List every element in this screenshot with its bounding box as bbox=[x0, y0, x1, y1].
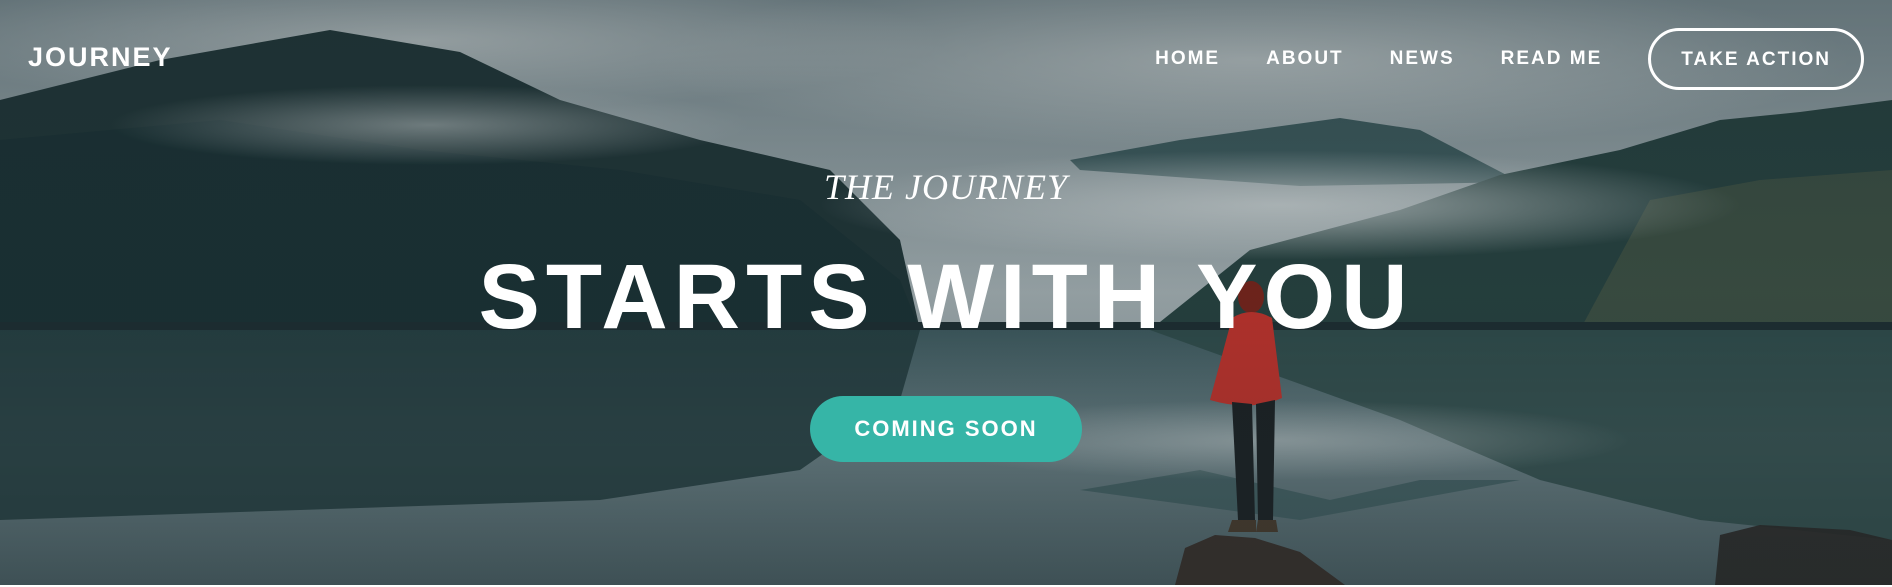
hero-headline: STARTS WITH YOU bbox=[478, 246, 1414, 348]
nav-news[interactable]: NEWS bbox=[1390, 28, 1455, 90]
hero-cta-container: COMING SOON bbox=[0, 396, 1892, 462]
nav-read-me[interactable]: READ ME bbox=[1501, 28, 1603, 90]
brand-logo[interactable]: JOURNEY bbox=[28, 42, 173, 73]
coming-soon-button[interactable]: COMING SOON bbox=[810, 396, 1082, 462]
hero-section: JOURNEY HOME ABOUT NEWS READ ME TAKE ACT… bbox=[0, 0, 1892, 585]
hero-kicker: THE JOURNEY bbox=[824, 167, 1068, 207]
nav-home[interactable]: HOME bbox=[1155, 28, 1220, 90]
main-nav: HOME ABOUT NEWS READ ME TAKE ACTION bbox=[1155, 28, 1864, 90]
nav-about[interactable]: ABOUT bbox=[1266, 28, 1344, 90]
take-action-button[interactable]: TAKE ACTION bbox=[1648, 28, 1864, 90]
